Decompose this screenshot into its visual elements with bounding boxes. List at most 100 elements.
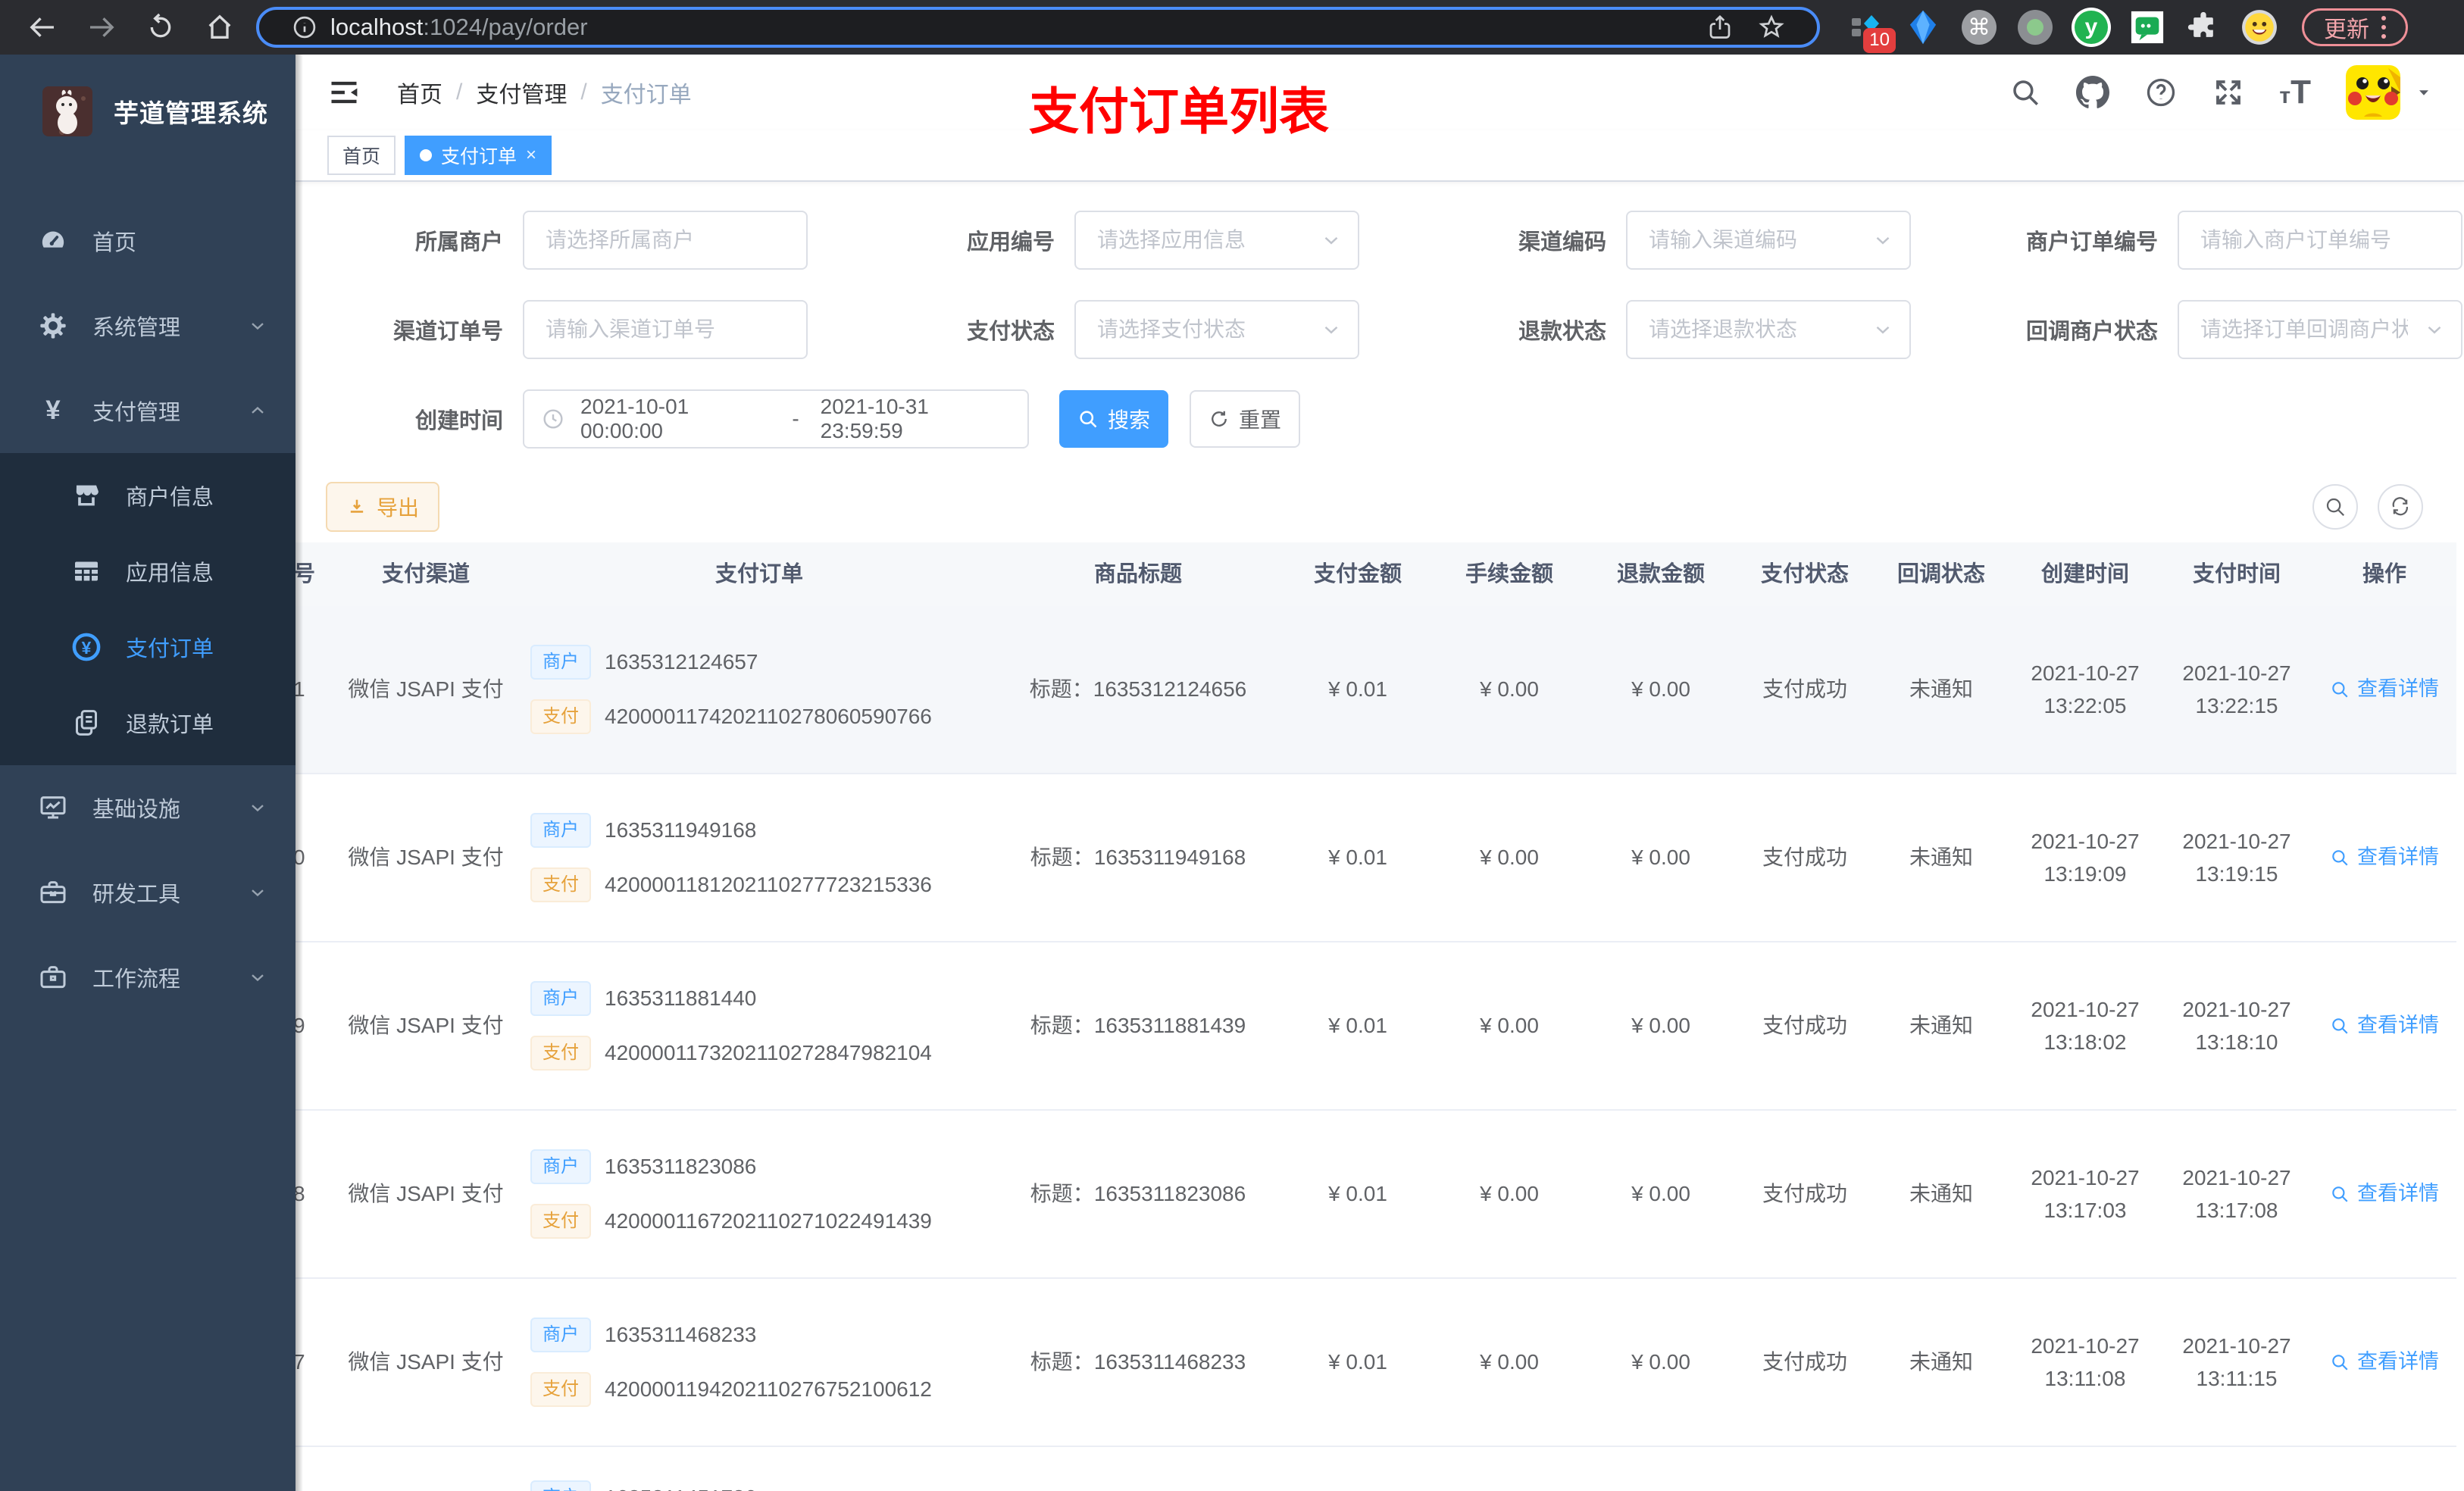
bookmark-star-icon[interactable] (1758, 14, 1785, 41)
cell-order-no: 商户 1635312124657 支付 42000011742021102780… (524, 606, 994, 773)
extension-smiley-icon[interactable] (2240, 8, 2279, 47)
search-button[interactable]: 搜索 (1059, 390, 1168, 448)
filter-input[interactable] (2179, 228, 2461, 252)
filter-input[interactable] (2179, 317, 2461, 342)
fullscreen-icon[interactable] (2212, 77, 2244, 108)
browser-update-button[interactable]: 更新 (2302, 8, 2408, 46)
header-search-icon[interactable] (2009, 77, 2041, 108)
filter-control[interactable] (523, 300, 808, 359)
cell-id: 21 (295, 677, 305, 702)
hide-search-button[interactable] (2312, 484, 2358, 530)
browser-forward-button[interactable] (77, 6, 126, 48)
view-detail-link[interactable]: 查看详情 (2330, 1346, 2439, 1378)
filter-row-3: 创建时间 2021-10-01 00:00:00 - 2021-10-31 23… (326, 389, 2434, 449)
filter-input[interactable] (524, 317, 806, 342)
sidebar-item-系统管理[interactable]: 系统管理 (0, 283, 295, 368)
view-tab-支付订单[interactable]: 支付订单 × (405, 136, 552, 175)
date-range-picker[interactable]: 2021-10-01 00:00:00 - 2021-10-31 23:59:5… (523, 389, 1029, 449)
refresh-button[interactable] (2378, 484, 2423, 530)
column-header-编号: 编号 (295, 561, 315, 586)
cell-notify-status: 未通知 (1909, 1014, 1973, 1038)
extensions-puzzle-icon[interactable] (2184, 8, 2223, 47)
filter-input[interactable] (1076, 228, 1358, 252)
extension-y-icon[interactable]: y (2072, 8, 2111, 47)
filter-control[interactable] (523, 211, 808, 270)
site-info-icon[interactable] (291, 14, 318, 41)
sidebar-logo-row[interactable]: 芋道管理系统 (0, 55, 295, 168)
filter-control[interactable] (1074, 300, 1359, 359)
filter-input[interactable] (1076, 317, 1358, 342)
extension-gem-icon[interactable] (1903, 8, 1943, 47)
page-content: 所属商户 应用编号 渠道编码 商户订单编号 (295, 182, 2464, 1491)
table-row: 17 微信 JSAPI 支付 商户 1635311468233 支付 42000… (295, 1279, 2456, 1447)
sidebar-item-基础设施[interactable]: 基础设施 (0, 765, 295, 850)
breadcrumb-支付管理[interactable]: 支付管理 (476, 76, 567, 109)
merchant-order-no: 1635311881440 (605, 986, 757, 1011)
table-row: 18 微信 JSAPI 支付 商户 1635311823086 支付 42000… (295, 1111, 2456, 1279)
sidebar-item-工作流程[interactable]: 工作流程 (0, 935, 295, 1020)
filter-input[interactable] (524, 228, 806, 252)
sidebar-item-退款订单[interactable]: 退款订单 (0, 685, 295, 761)
breadcrumb-首页[interactable]: 首页 (397, 76, 442, 109)
browser-back-button[interactable] (18, 6, 67, 48)
filter-field-渠道订单号: 渠道订单号 (326, 300, 808, 359)
pay-order-no: 4200001173202110272847982104 (605, 1041, 932, 1065)
help-icon[interactable] (2144, 76, 2178, 109)
browser-home-button[interactable] (195, 6, 244, 48)
user-menu[interactable] (2346, 65, 2434, 120)
view-detail-link[interactable]: 查看详情 (2330, 842, 2439, 874)
extension-bar: 10 ⌘ y (1847, 8, 2279, 53)
url-bar[interactable]: localhost:1024/pay/order (256, 7, 1820, 48)
browser-menu-icon[interactable] (2381, 16, 2386, 39)
pay-tag: 支付 (530, 699, 591, 734)
filter-input[interactable] (1628, 317, 1909, 342)
view-detail-link[interactable]: 查看详情 (2330, 674, 2439, 705)
extension-command-icon[interactable]: ⌘ (1959, 8, 1999, 47)
tab-label: 首页 (342, 146, 381, 167)
svg-text:¥: ¥ (82, 638, 92, 658)
reset-button[interactable]: 重置 (1190, 390, 1300, 448)
view-tab-首页[interactable]: 首页 × (327, 136, 396, 175)
sidebar-item-支付管理[interactable]: ¥ 支付管理 (0, 368, 295, 453)
filter-control[interactable] (1626, 211, 1911, 270)
cell-fee: ¥ 0.00 (1480, 1350, 1539, 1374)
view-detail-link[interactable]: 查看详情 (2330, 1178, 2439, 1210)
table-row: 商户 1635311451786 支付 标题： 查看详情 (295, 1447, 2456, 1491)
sidebar-item-支付订单[interactable]: ¥ 支付订单 (0, 609, 295, 685)
filter-input[interactable] (1628, 228, 1909, 252)
extension-chat-icon[interactable] (2128, 8, 2167, 47)
filter-control[interactable] (1626, 300, 1911, 359)
sidebar-item-应用信息[interactable]: 应用信息 (0, 533, 295, 609)
close-icon[interactable]: × (526, 145, 536, 166)
github-icon[interactable] (2076, 76, 2110, 109)
sidebar-item-研发工具[interactable]: 研发工具 (0, 850, 295, 935)
view-detail-link[interactable]: 查看详情 (2330, 1010, 2439, 1042)
cell-paid (2161, 1447, 2312, 1491)
sidebar: 芋道管理系统 首页 系统管理 ¥ 支付管理 商户信息 应用信息 ¥ 支付订单 退… (0, 55, 295, 1491)
cell-id (295, 1447, 327, 1491)
cell-channel: 微信 JSAPI 支付 (348, 846, 504, 870)
column-header-手续金额: 手续金额 (1465, 561, 1553, 586)
sidebar-collapse-icon[interactable] (327, 76, 361, 109)
cell-title: 标题： 1635312124656 (1029, 677, 1247, 702)
sidebar-item-首页[interactable]: 首页 (0, 198, 295, 283)
breadcrumb: 首页 / 支付管理 / 支付订单 (397, 76, 692, 109)
cell-action: 查看详情 (2312, 942, 2456, 1109)
extension-record-icon[interactable] (2015, 8, 2055, 47)
cell-amount: ¥ 0.01 (1328, 1014, 1387, 1038)
export-button[interactable]: 导出 (326, 482, 439, 532)
sidebar-item-商户信息[interactable]: 商户信息 (0, 458, 295, 533)
share-icon[interactable] (1706, 14, 1734, 41)
filter-control[interactable] (2178, 300, 2462, 359)
merchant-order-no: 1635311451786 (605, 1481, 756, 1491)
update-label: 更新 (2324, 17, 2369, 42)
browser-reload-button[interactable] (136, 6, 185, 48)
extension-diamond-icon[interactable]: 10 (1847, 8, 1896, 53)
column-header-支付渠道: 支付渠道 (381, 561, 470, 586)
font-size-icon[interactable]: тT (2279, 73, 2311, 111)
tab-label: 支付订单 (441, 146, 518, 167)
filter-control[interactable] (2178, 211, 2462, 270)
cell-pay-status: 支付成功 (1762, 1014, 1847, 1038)
filter-control[interactable] (1074, 211, 1359, 270)
filter-field-回调商户状态: 回调商户状态 (1981, 300, 2462, 359)
